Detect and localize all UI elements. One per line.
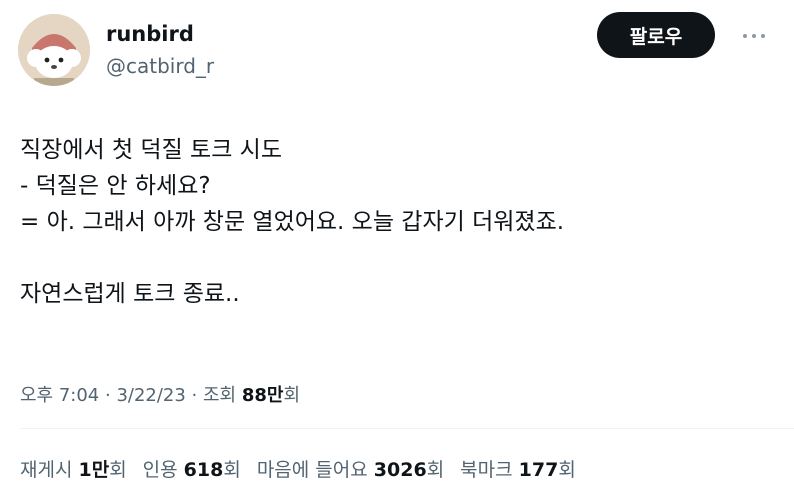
display-name[interactable]: runbird xyxy=(106,22,194,46)
more-options-icon[interactable] xyxy=(734,26,774,46)
tweet-line: = 아. 그래서 아까 창문 열었어요. 오늘 갑자기 더워졌죠. xyxy=(20,209,565,235)
tweet-line: - 덕질은 안 하세요? xyxy=(20,173,211,199)
stat-suffix: 회 xyxy=(558,459,576,481)
tweet-line: 직장에서 첫 덕질 토크 시도 xyxy=(20,137,283,163)
stat-value: 1만 xyxy=(78,459,110,481)
stat-suffix: 회 xyxy=(223,459,241,481)
tweet-line: 자연스럽게 토크 종료.. xyxy=(20,281,240,307)
tweet-text: 직장에서 첫 덕질 토크 시도 - 덕질은 안 하세요? = 아. 그래서 아까… xyxy=(20,132,760,312)
tweet-meta: 오후 7:04 · 3/22/23 · 조회 88만회 xyxy=(20,381,300,407)
meta-separator: · xyxy=(185,385,203,406)
stat-label: 인용 xyxy=(142,459,184,481)
bookmarks-stat[interactable]: 북마크 177회 xyxy=(460,455,576,482)
avatar[interactable] xyxy=(18,14,90,86)
tweet-header: runbird @catbird_r 팔로우 xyxy=(0,0,794,100)
stat-suffix: 회 xyxy=(426,459,445,481)
stat-label: 북마크 xyxy=(460,459,519,481)
divider xyxy=(20,428,794,429)
views-label: 조회 xyxy=(203,385,242,406)
tweet-date[interactable]: 3/22/23 xyxy=(116,385,185,406)
quotes-stat[interactable]: 인용 618회 xyxy=(143,455,241,482)
stat-suffix: 회 xyxy=(109,459,127,481)
stat-label: 재게시 xyxy=(20,459,79,481)
stat-value: 618 xyxy=(183,459,224,481)
views-suffix: 회 xyxy=(283,385,301,406)
retweets-stat[interactable]: 재게시 1만회 xyxy=(20,455,127,482)
tweet-time[interactable]: 오후 7:04 xyxy=(20,385,99,406)
likes-stat[interactable]: 마음에 들어요 3026회 xyxy=(257,455,444,482)
stat-value: 3026 xyxy=(373,459,427,481)
views-count: 88만 xyxy=(241,385,284,406)
meta-separator: · xyxy=(99,385,117,406)
engagement-stats: 재게시 1만회 인용 618회 마음에 들어요 3026회 북마크 177회 xyxy=(20,455,576,482)
stat-label: 마음에 들어요 xyxy=(256,459,374,481)
avatar-image xyxy=(18,14,90,86)
stat-value: 177 xyxy=(518,459,559,481)
follow-button[interactable]: 팔로우 xyxy=(597,12,715,58)
user-handle[interactable]: @catbird_r xyxy=(106,54,214,78)
